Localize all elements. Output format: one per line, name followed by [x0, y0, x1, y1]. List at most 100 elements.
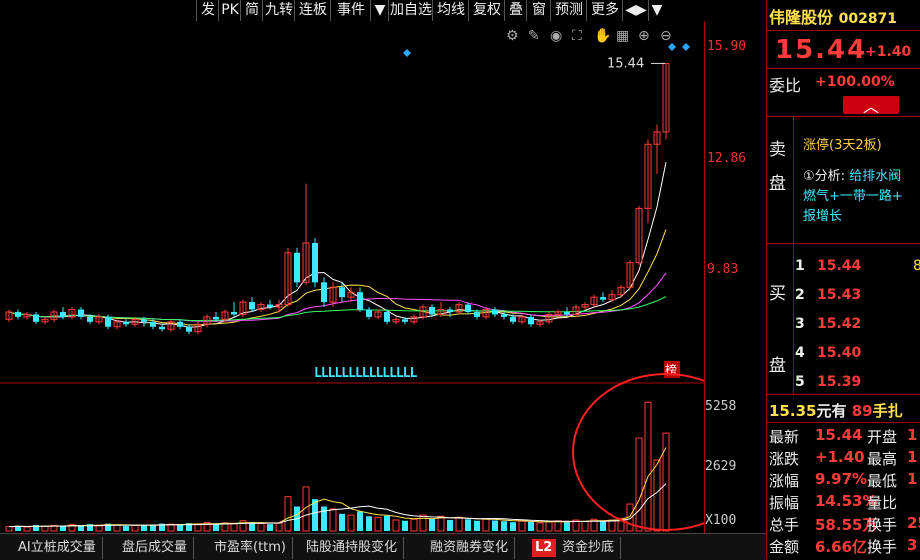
- buy-level-row[interactable]: 3 15.42: [795, 314, 919, 334]
- pen-icon[interactable]: ✎: [528, 28, 540, 44]
- window-button[interactable]: 窗: [526, 0, 551, 21]
- volume-bar-up: [518, 520, 526, 532]
- chevron-up-icon: ︿: [863, 97, 880, 116]
- fa-button[interactable]: 发: [196, 0, 219, 21]
- weibi-value: +100.00%: [815, 74, 895, 90]
- quote-label-2: 开盘: [867, 428, 898, 446]
- quote-value-2: 3: [907, 536, 918, 554]
- price-axis: 15.90 12.86 9.83 5258 2629 X100: [704, 21, 767, 533]
- volume-bar-down: [510, 522, 516, 531]
- buy-level-row[interactable]: 2 15.43: [795, 285, 919, 305]
- jiuzhuan-button[interactable]: 九转: [262, 0, 295, 21]
- volume-bar-down: [267, 524, 273, 531]
- grid-icon[interactable]: ▦: [616, 28, 629, 44]
- buy-level-row[interactable]: 1 15.44 8: [795, 256, 920, 276]
- lianban-button[interactable]: 连板: [294, 0, 331, 21]
- ma-button[interactable]: 均线: [432, 0, 469, 21]
- quote-label-2: 最高: [867, 450, 898, 468]
- buy-level-row[interactable]: 4 15.40: [795, 343, 919, 363]
- candle-body-down: [402, 319, 408, 322]
- volume-bar-up: [257, 523, 265, 532]
- stock-code: 002871: [838, 11, 898, 27]
- zoom-out-icon[interactable]: ⊖: [660, 28, 672, 44]
- volume-bar-up: [131, 524, 139, 532]
- quote-value: 9.97%: [815, 470, 868, 488]
- volume-bar-down: [177, 525, 183, 531]
- volume-bar-up: [392, 519, 400, 532]
- hand-icon[interactable]: ✋: [594, 27, 611, 44]
- quote-row: 金额 6.66亿 换手 3: [769, 536, 920, 558]
- forecast-button[interactable]: 预测: [550, 0, 587, 21]
- candle-body-down: [150, 321, 156, 327]
- order-line-unit2: 手扎: [872, 402, 903, 420]
- analysis-line-3[interactable]: 报增长: [803, 205, 842, 224]
- simple-button[interactable]: 简: [240, 0, 263, 21]
- buy-level-number: 4: [795, 345, 805, 361]
- buy-level-number: 1: [795, 258, 805, 274]
- volume-bar-up: [275, 522, 283, 532]
- order-line-unit: 元有: [816, 402, 847, 420]
- eye-icon[interactable]: ◉: [550, 28, 562, 44]
- quote-value: 15.44: [815, 426, 863, 444]
- basket-icon[interactable]: ⛶: [572, 28, 582, 44]
- tab-after-hours-volume[interactable]: 盘后成交量: [116, 537, 195, 559]
- candle-body-down: [105, 316, 111, 327]
- candle-body-down: [33, 314, 39, 322]
- volume-axis-unit: X100: [705, 513, 737, 528]
- events-button[interactable]: 事件: [330, 0, 371, 21]
- volume-bar-down: [357, 511, 363, 531]
- add-watchlist-button[interactable]: 加自选: [388, 0, 433, 21]
- volume-bar-up: [545, 521, 553, 532]
- quote-label: 金额: [769, 538, 800, 556]
- volume-bar-up: [374, 517, 382, 532]
- pk-button[interactable]: PK: [218, 0, 241, 21]
- highlight-circle: [572, 373, 760, 531]
- tab-ai-volume[interactable]: AI立桩成交量: [12, 537, 103, 559]
- quote-label: 总手: [769, 516, 800, 534]
- kline-chart[interactable]: ⚙ ✎ ◉ ⛶ ✋ ▦ ⊕ ⊖ 15.44 LLLLLLLLLLLLLLL 榜: [0, 21, 760, 533]
- volume-bar-down: [492, 520, 498, 531]
- analysis-line-2[interactable]: 燃气+一带一路+: [803, 185, 903, 204]
- adjust-button[interactable]: 复权: [468, 0, 505, 21]
- volume-bar-up: [635, 437, 643, 532]
- kline-chart-svg[interactable]: ⚙ ✎ ◉ ⛶ ✋ ▦ ⊕ ⊖15.44LLLLLLLLLLLLLLL 榜: [0, 21, 760, 533]
- volume-bar-up: [410, 518, 418, 532]
- toolbar-dropdown-button[interactable]: ▼: [648, 0, 665, 21]
- buy-level-price: 15.44: [817, 258, 862, 274]
- signal-diamond-icon: [682, 43, 690, 51]
- volume-bar-up: [644, 401, 652, 532]
- volume-bar-down: [78, 525, 84, 531]
- more-button[interactable]: 更多: [586, 0, 623, 21]
- volume-bar-down: [60, 526, 66, 531]
- tab-northbound-holding[interactable]: 陆股通持股变化: [300, 537, 405, 559]
- price-axis-label-mid: 12.86: [707, 151, 747, 166]
- collapse-button[interactable]: ︿: [843, 96, 899, 116]
- volume-bar-up: [482, 518, 490, 532]
- tab-capital-bottom[interactable]: 资金抄底: [556, 537, 622, 559]
- zoom-in-icon[interactable]: ⊕: [638, 28, 650, 44]
- quote-row: 总手58.55万换手25.: [769, 514, 920, 536]
- candle-body-down: [510, 316, 516, 322]
- candle-body-down: [465, 304, 471, 312]
- l2-badge[interactable]: L2: [532, 539, 557, 557]
- volume-bar-up: [554, 520, 562, 532]
- candle-body-down: [123, 321, 129, 325]
- overlay-button[interactable]: 叠: [504, 0, 527, 21]
- stock-price: 15.44: [775, 35, 868, 65]
- settings-icon[interactable]: ⚙: [506, 28, 519, 44]
- buy-level-number: 2: [795, 287, 805, 303]
- analysis-line-1[interactable]: 给排水阀: [849, 169, 901, 184]
- tab-pe-ttm[interactable]: 市盈率(ttm): [208, 537, 294, 559]
- signal-diamond-icon: [403, 49, 411, 57]
- candle-body-down: [249, 302, 255, 310]
- events-dropdown-button[interactable]: ▼: [370, 0, 389, 21]
- candle-body-down: [384, 311, 390, 322]
- quote-label: 涨幅: [769, 472, 800, 490]
- switch-view-button[interactable]: ◀▶: [622, 0, 649, 21]
- buy-side-label: 买盘: [769, 284, 786, 376]
- candle-body-down: [528, 316, 534, 325]
- buy-level-row[interactable]: 5 15.39: [795, 372, 919, 392]
- tab-margin-trading[interactable]: 融资融券变化: [424, 537, 516, 559]
- candle-body-down: [60, 311, 66, 317]
- buy-level-number: 5: [795, 374, 805, 390]
